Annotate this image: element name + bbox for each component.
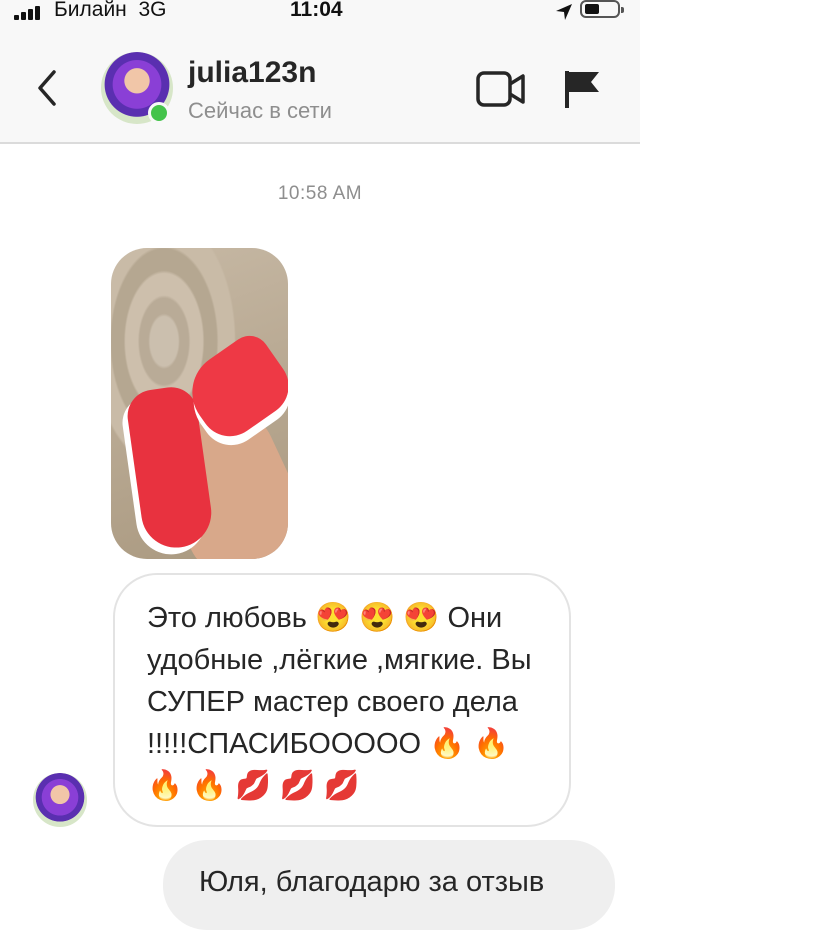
battery-icon [580,0,624,18]
video-call-icon[interactable] [476,70,526,108]
status-bar: Билайн 3G 11:04 [0,0,640,30]
presence-status: Сейчас в сети [188,98,332,123]
carrier-network: Билайн 3G [54,0,166,22]
status-time: 11:04 [290,0,343,21]
sender-avatar[interactable] [33,773,87,827]
network-type: 3G [138,0,167,21]
contact-username[interactable]: julia123n [188,56,316,90]
location-arrow-icon [556,4,572,20]
back-chevron-icon[interactable] [34,68,60,108]
signal-strength-icon [14,6,48,20]
report-flag-icon[interactable] [563,68,603,110]
shoe-photo-message[interactable] [111,248,288,559]
message-timestamp: 10:58 AM [277,183,363,204]
outgoing-message[interactable]: Юля, благодарю за отзыв [163,840,615,930]
incoming-message[interactable]: Это любовь 😍 😍 😍 Они удобные ,лёгкие ,мя… [113,573,571,827]
chat-header: julia123n Сейчас в сети [0,30,640,144]
online-status-dot [148,102,170,124]
carrier-name: Билайн [54,0,127,21]
